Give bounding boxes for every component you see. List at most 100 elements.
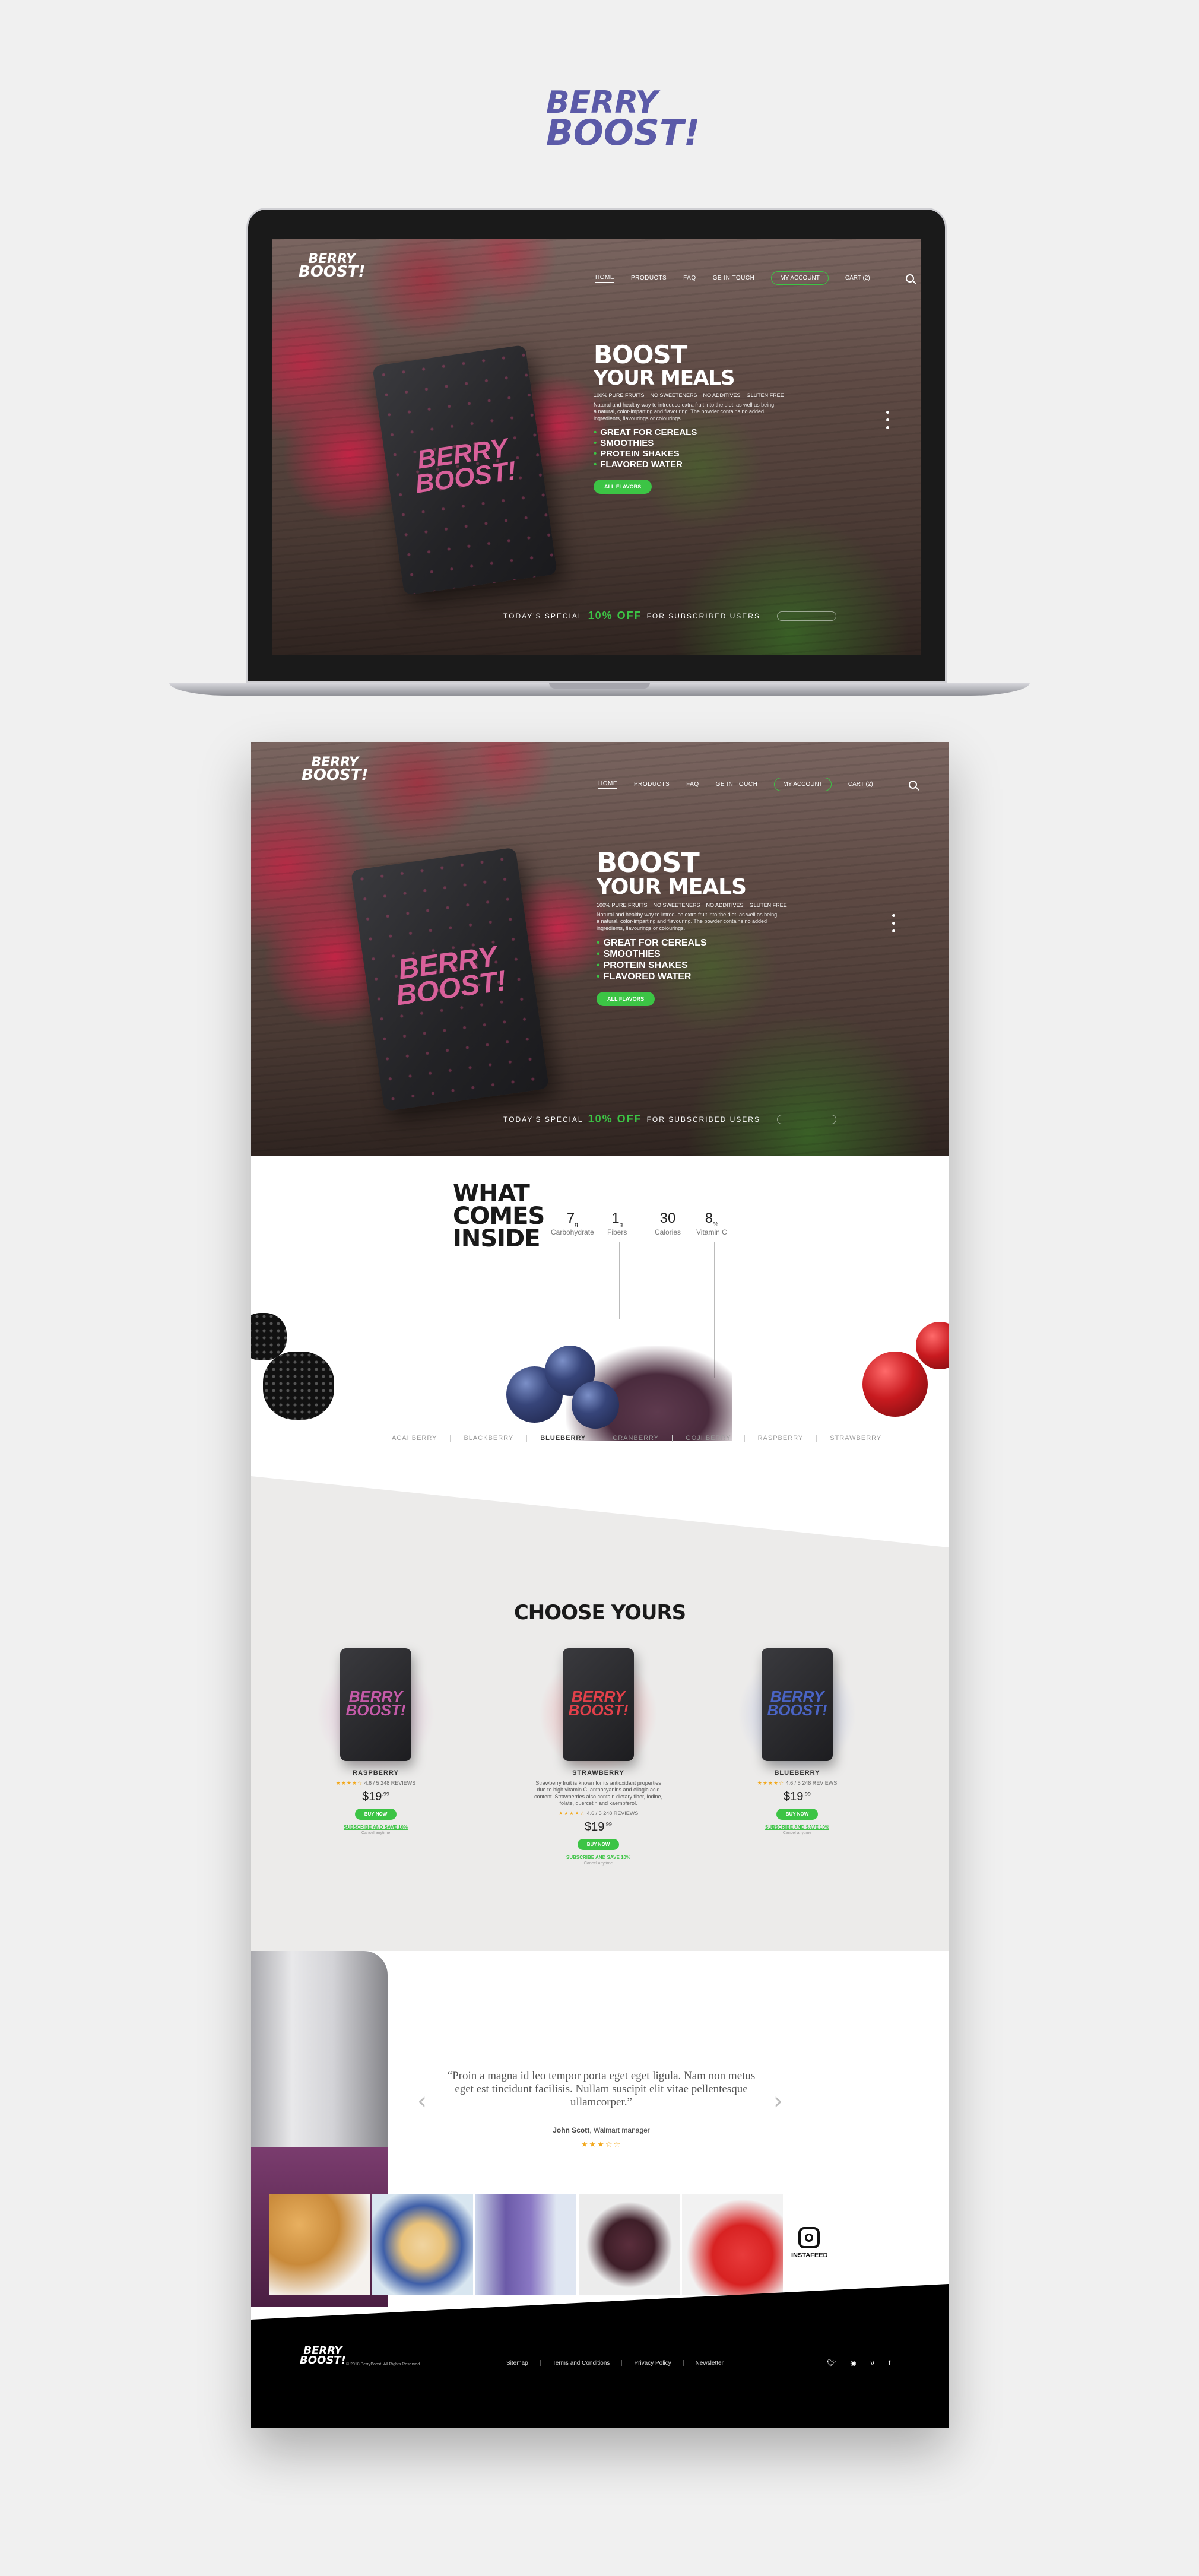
- cart-link[interactable]: CART (2): [845, 275, 870, 281]
- footer-link-terms[interactable]: Terms and Conditions: [541, 2360, 623, 2366]
- social-links: 🐦︎ ◉ ν f: [827, 2359, 890, 2367]
- product-pouch: BERRY BOOST!: [350, 847, 550, 1112]
- hero-logo[interactable]: BERRY BOOST!: [299, 253, 365, 280]
- instagram-icon: [798, 2227, 820, 2248]
- inside-title: WHAT COMES INSIDE: [453, 1180, 545, 1252]
- product-bag[interactable]: BERRY BOOST!: [340, 1648, 411, 1761]
- instafeed-link[interactable]: INSTAFEED: [791, 2227, 828, 2259]
- insta-photo-smoothies[interactable]: [475, 2194, 576, 2295]
- insta-photo-smoothie-bowl[interactable]: [372, 2194, 473, 2295]
- buy-now-button[interactable]: BUY NOW: [577, 1839, 620, 1850]
- tab-raspberry[interactable]: RASPBERRY: [745, 1435, 817, 1442]
- blackberry-image: [251, 1313, 287, 1360]
- hero-tags: 100% PURE FRUITS NO SWEETENERS NO ADDITI…: [597, 902, 787, 908]
- stat-vitamin-c: 8% Vitamin C: [696, 1210, 727, 1236]
- stat-fibers: 1g Fibers: [607, 1210, 627, 1236]
- slider-dots[interactable]: [886, 411, 889, 429]
- nav-contact[interactable]: GE IN TOUCH: [713, 275, 755, 281]
- blueberry-image: [572, 1381, 619, 1429]
- subscribe-note: Cancel anytime: [361, 1831, 391, 1835]
- brand-logo: BERRY BOOST!: [546, 87, 700, 184]
- page-hero: BERRY BOOST! HOME PRODUCTS FAQ GE IN TOU…: [251, 742, 949, 1156]
- main-nav: HOME PRODUCTS FAQ GE IN TOUCH MY ACCOUNT…: [598, 778, 917, 791]
- product-pouch: BERRY BOOST!: [372, 344, 557, 596]
- tab-blueberry[interactable]: BLUEBERRY: [527, 1435, 600, 1442]
- product-price: $19.99: [585, 1820, 612, 1833]
- insta-photo-strawberry-juice[interactable]: [682, 2194, 783, 2295]
- what-comes-inside-section: WHAT COMES INSIDE 7g Carbohydrate 1g Fib…: [251, 1156, 949, 1488]
- stat-calories: 30 Calories: [655, 1210, 681, 1236]
- hero-logo[interactable]: BERRY BOOST!: [302, 756, 368, 783]
- my-account-button[interactable]: MY ACCOUNT: [774, 778, 832, 791]
- footer-link-sitemap[interactable]: Sitemap: [494, 2360, 541, 2366]
- product-description: Strawberry fruit is known for its antiox…: [534, 1780, 663, 1806]
- search-icon[interactable]: [905, 274, 914, 283]
- my-account-button[interactable]: MY ACCOUNT: [771, 271, 829, 285]
- prev-arrow-icon[interactable]: ‹: [417, 2088, 427, 2115]
- nav-products[interactable]: PRODUCTS: [634, 781, 670, 788]
- subscribe-note: Cancel anytime: [583, 1861, 613, 1866]
- vimeo-icon[interactable]: ν: [871, 2359, 874, 2367]
- slider-dots[interactable]: [892, 914, 895, 932]
- tab-acai-berry[interactable]: ACAI BERRY: [379, 1435, 451, 1442]
- hero-copy: BOOST YOUR MEALS 100% PURE FRUITS NO SWE…: [594, 342, 784, 494]
- tab-blackberry[interactable]: BLACKBERRY: [451, 1435, 528, 1442]
- nav-home[interactable]: HOME: [595, 274, 614, 283]
- nav-contact[interactable]: GE IN TOUCH: [716, 781, 758, 788]
- page-mockup: BERRY BOOST! HOME PRODUCTS FAQ GE IN TOU…: [251, 742, 949, 2428]
- footer-logo[interactable]: BERRY BOOST!: [300, 2345, 346, 2365]
- product-card-strawberry: BERRY BOOST! STRAWBERRY Strawberry fruit …: [527, 1648, 670, 1866]
- hero-tags: 100% PURE FRUITS NO SWEETENERS NO ADDITI…: [594, 392, 784, 398]
- laptop-notch: [549, 683, 650, 689]
- hero-description: Natural and healthy way to introduce ext…: [594, 401, 775, 421]
- footer-link-privacy[interactable]: Privacy Policy: [622, 2360, 684, 2366]
- tab-strawberry[interactable]: STRAWBERRY: [817, 1435, 895, 1442]
- nav-faq[interactable]: FAQ: [683, 275, 696, 281]
- subscribe-link[interactable]: SUBSCRIBE AND SAVE 10%: [304, 1825, 447, 1830]
- stat-pointer: [619, 1242, 620, 1319]
- hero-copy: BOOST YOUR MEALS 100% PURE FRUITS NO SWE…: [597, 849, 787, 1007]
- special-offer-bar: TODAY'S SPECIAL 10% OFF FOR SUBSCRIBED U…: [503, 610, 836, 622]
- twitter-icon[interactable]: 🐦︎: [827, 2359, 836, 2367]
- product-price: $19.99: [362, 1790, 389, 1803]
- all-flavors-button[interactable]: ALL FLAVORS: [597, 992, 655, 1007]
- tab-goji-berry[interactable]: GOJI BERRY: [673, 1435, 745, 1442]
- footer-link-newsletter[interactable]: Newsletter: [684, 2360, 735, 2366]
- nav-products[interactable]: PRODUCTS: [631, 275, 667, 281]
- buy-now-button[interactable]: BUY NOW: [776, 1809, 819, 1820]
- product-bag[interactable]: BERRY BOOST!: [762, 1648, 833, 1761]
- pouch-logo: BERRY BOOST!: [413, 433, 518, 499]
- testimonial-stars: ★★★☆☆: [581, 2140, 622, 2149]
- buy-now-button[interactable]: BUY NOW: [354, 1809, 397, 1820]
- insta-photo-waffles[interactable]: [269, 2194, 370, 2295]
- product-card-raspberry: BERRY BOOST! RASPBERRY ★★★★☆ 4.6 / 5 248 …: [304, 1648, 447, 1835]
- tab-cranberry[interactable]: CRANBERRY: [600, 1435, 673, 1442]
- stat-carbohydrate: 7g Carbohydrate: [551, 1210, 594, 1236]
- product-bag[interactable]: BERRY BOOST!: [563, 1648, 634, 1761]
- choose-title: CHOOSE YOURS: [513, 1601, 686, 1625]
- email-field[interactable]: [776, 1114, 836, 1124]
- all-flavors-button[interactable]: ALL FLAVORS: [594, 479, 652, 494]
- instagram-feed: [269, 2194, 783, 2295]
- testimonial-section: ‹ › “Proin a magna id leo tempor porta e…: [251, 1951, 949, 2307]
- berry-tabs: ACAI BERRY BLACKBERRY BLUEBERRY CRANBERR…: [379, 1435, 895, 1442]
- subscribe-link[interactable]: SUBSCRIBE AND SAVE 10%: [726, 1825, 868, 1830]
- cranberry-image: [916, 1322, 949, 1369]
- cart-link[interactable]: CART (2): [848, 781, 873, 788]
- blackberry-image: [263, 1352, 334, 1420]
- hero-title: BOOST YOUR MEALS: [594, 340, 735, 390]
- subscribe-note: Cancel anytime: [782, 1831, 812, 1835]
- testimonial-author: John Scott, Walmart manager: [553, 2126, 650, 2134]
- search-icon[interactable]: [908, 780, 917, 789]
- nav-faq[interactable]: FAQ: [686, 781, 699, 788]
- copyright: © 2018 BerryBoost. All Rights Reserved.: [346, 2362, 421, 2366]
- product-price: $19.99: [784, 1790, 811, 1803]
- pinterest-icon[interactable]: ◉: [850, 2359, 856, 2367]
- facebook-icon[interactable]: f: [889, 2359, 890, 2367]
- next-arrow-icon[interactable]: ›: [773, 2088, 783, 2115]
- special-offer-bar: TODAY'S SPECIAL 10% OFF FOR SUBSCRIBED U…: [503, 1113, 836, 1125]
- insta-photo-powder[interactable]: [579, 2194, 680, 2295]
- subscribe-link[interactable]: SUBSCRIBE AND SAVE 10%: [527, 1855, 670, 1860]
- email-field[interactable]: [776, 611, 836, 621]
- nav-home[interactable]: HOME: [598, 781, 617, 789]
